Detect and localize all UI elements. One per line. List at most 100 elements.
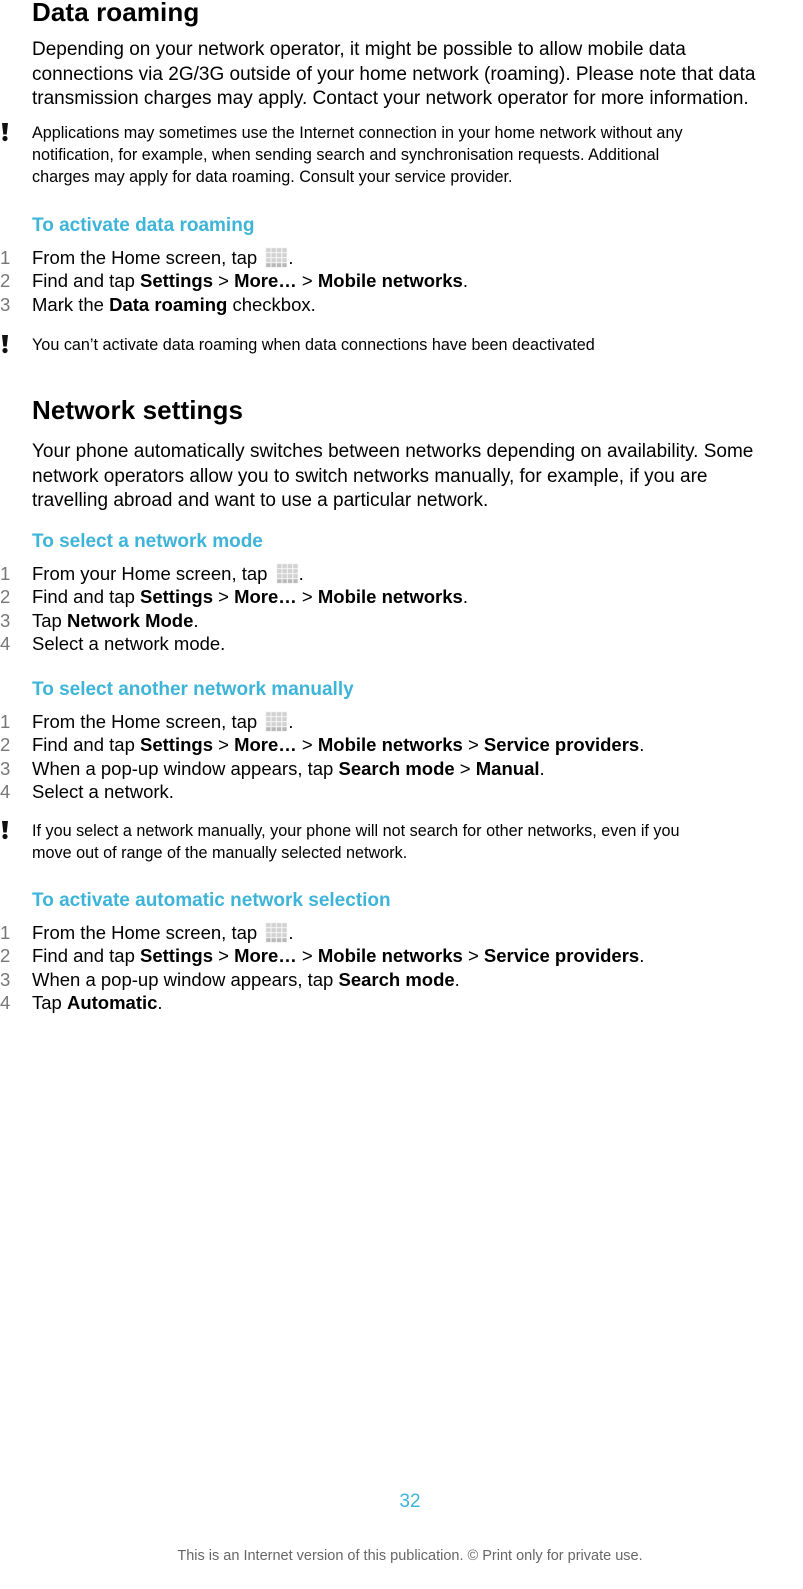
apps-grid-icon <box>265 247 288 268</box>
step-item: 1 From the Home screen, tap . <box>0 246 803 269</box>
step-text: Tap Network Mode. <box>32 609 199 631</box>
step-number: 1 <box>0 247 11 268</box>
step-item: 3 Tap Network Mode. <box>0 609 803 632</box>
step-item: 4 Select a network. <box>0 780 803 803</box>
ui-term: Manual <box>475 757 540 779</box>
apps-grid-icon <box>265 922 288 943</box>
exclamation-icon <box>0 820 12 840</box>
step-item: 1 From your Home screen, tap . <box>0 562 803 585</box>
note-text: You can’t activate data roaming when dat… <box>32 334 802 356</box>
steps-select-manually: 1 From the Home screen, tap . 2 Find and ta… <box>0 710 803 804</box>
body-line: Your phone automatically switches betwee… <box>32 441 754 462</box>
step-text: From the Home screen, tap . <box>32 711 294 732</box>
step-item: 2 Find and tap Settings > More… > Mobile … <box>0 944 803 967</box>
note-line: You can’t activate data roaming when dat… <box>32 336 595 354</box>
step-item: 2 Find and tap Settings > More… > Mobile … <box>0 585 803 608</box>
ui-term: Settings <box>140 270 213 292</box>
step-number: 3 <box>0 609 11 631</box>
ui-term: Automatic <box>66 992 158 1014</box>
step-text: Tap Automatic. <box>32 992 163 1014</box>
procedure-title-automatic-selection: To activate automatic network selection <box>32 890 391 911</box>
step-number: 4 <box>0 781 11 803</box>
ui-term: More… <box>234 945 297 967</box>
body-line: connections via 2G/3G outside of your ho… <box>32 63 756 85</box>
section-title-network-settings: Network settings <box>32 395 244 425</box>
section-title-data-roaming: Data roaming <box>32 0 200 27</box>
step-item: 3 When a pop-up window appears, tap Searc… <box>0 757 803 780</box>
data-roaming-body: Depending on your network operator, it m… <box>32 38 802 112</box>
footer-notice: This is an Internet version of this publ… <box>177 1548 643 1564</box>
body-line: network operators allow you to switch ne… <box>32 465 708 487</box>
ui-term: Settings <box>140 586 213 608</box>
step-number: 3 <box>0 293 11 315</box>
step-text: From the Home screen, tap . <box>32 247 294 268</box>
step-number: 2 <box>0 586 11 608</box>
step-item: 1 From the Home screen, tap . <box>0 921 803 944</box>
step-item: 3 Mark the Data roaming checkbox. <box>0 293 803 316</box>
note-line: move out of range of the manually select… <box>32 844 408 862</box>
ui-term: More… <box>234 270 297 292</box>
ui-term: Service providers <box>483 734 640 756</box>
step-number: 1 <box>0 711 11 732</box>
apps-grid-icon <box>276 563 299 584</box>
body-line: transmission charges may apply. Contact … <box>32 88 749 109</box>
ui-term: Data roaming <box>109 293 228 315</box>
step-number: 2 <box>0 270 11 292</box>
ui-term: Search mode <box>338 757 455 779</box>
step-text: When a pop-up window appears, tap Search… <box>32 968 460 990</box>
step-number: 3 <box>0 757 11 779</box>
note-line: notification, for example, when sending … <box>32 146 660 164</box>
step-text: Mark the Data roaming checkbox. <box>32 293 316 315</box>
ui-term: Settings <box>140 734 213 756</box>
step-number: 1 <box>0 563 11 584</box>
ui-term: Mobile networks <box>317 270 463 292</box>
step-item: 2 Find and tap Settings > More… > Mobile … <box>0 269 803 292</box>
procedure-title-network-mode: To select a network mode <box>32 531 263 552</box>
step-item: 2 Find and tap Settings > More… > Mobile … <box>0 733 803 756</box>
ui-term: Mobile networks <box>317 586 463 608</box>
exclamation-icon <box>0 334 12 354</box>
step-number: 3 <box>0 968 11 990</box>
step-number: 2 <box>0 734 11 756</box>
step-number: 2 <box>0 945 11 967</box>
note-line: charges may apply for data roaming. Cons… <box>32 168 513 186</box>
manual-page: Data roaming Depending on your network o… <box>0 0 803 1589</box>
step-item: 4 Select a network mode. <box>0 632 803 655</box>
step-text: From your Home screen, tap . <box>32 563 304 584</box>
body-line: travelling abroad and want to use a part… <box>32 490 489 511</box>
network-settings-body: Your phone automatically switches betwee… <box>32 440 802 514</box>
step-text: Find and tap Settings > More… > Mobile n… <box>32 734 645 756</box>
steps-activate-roaming: 1 From the Home screen, tap . 2 Find and ta… <box>0 246 803 316</box>
step-text: Select a network mode. <box>32 633 226 655</box>
procedure-title-select-manually: To select another network manually <box>32 679 354 700</box>
step-item: 1 From the Home screen, tap . <box>0 710 803 733</box>
ui-term: Settings <box>140 945 213 967</box>
step-text: Find and tap Settings > More… > Mobile n… <box>32 586 468 608</box>
step-text: Find and tap Settings > More… > Mobile n… <box>32 270 468 292</box>
page-number: 32 <box>399 1491 421 1512</box>
ui-term: Network Mode <box>66 609 194 631</box>
step-text: When a pop-up window appears, tap Search… <box>32 757 545 779</box>
ui-term: Mobile networks <box>317 734 463 756</box>
exclamation-icon <box>0 122 12 142</box>
step-text: From the Home screen, tap . <box>32 922 294 943</box>
step-item: 3 When a pop-up window appears, tap Searc… <box>0 968 803 991</box>
apps-grid-icon <box>265 711 288 732</box>
body-line: Depending on your network operator, it m… <box>32 39 686 60</box>
note-text: Applications may sometimes use the Inter… <box>32 122 802 188</box>
note-line: Applications may sometimes use the Inter… <box>32 124 683 142</box>
note-line: If you select a network manually, your p… <box>32 822 680 840</box>
ui-term: Search mode <box>338 968 455 990</box>
ui-term: More… <box>234 734 297 756</box>
step-number: 4 <box>0 992 11 1014</box>
procedure-title-activate-roaming: To activate data roaming <box>32 215 255 236</box>
ui-term: Mobile networks <box>317 945 463 967</box>
step-text: Find and tap Settings > More… > Mobile n… <box>32 945 645 967</box>
ui-term: Service providers <box>483 945 640 967</box>
step-item: 4 Tap Automatic. <box>0 991 803 1014</box>
step-number: 1 <box>0 922 11 943</box>
step-text: Select a network. <box>32 781 174 803</box>
ui-term: More… <box>234 586 297 608</box>
steps-automatic-selection: 1 From the Home screen, tap . 2 Find and ta… <box>0 921 803 1015</box>
steps-network-mode: 1 From your Home screen, tap . 2 Find and t… <box>0 562 803 656</box>
